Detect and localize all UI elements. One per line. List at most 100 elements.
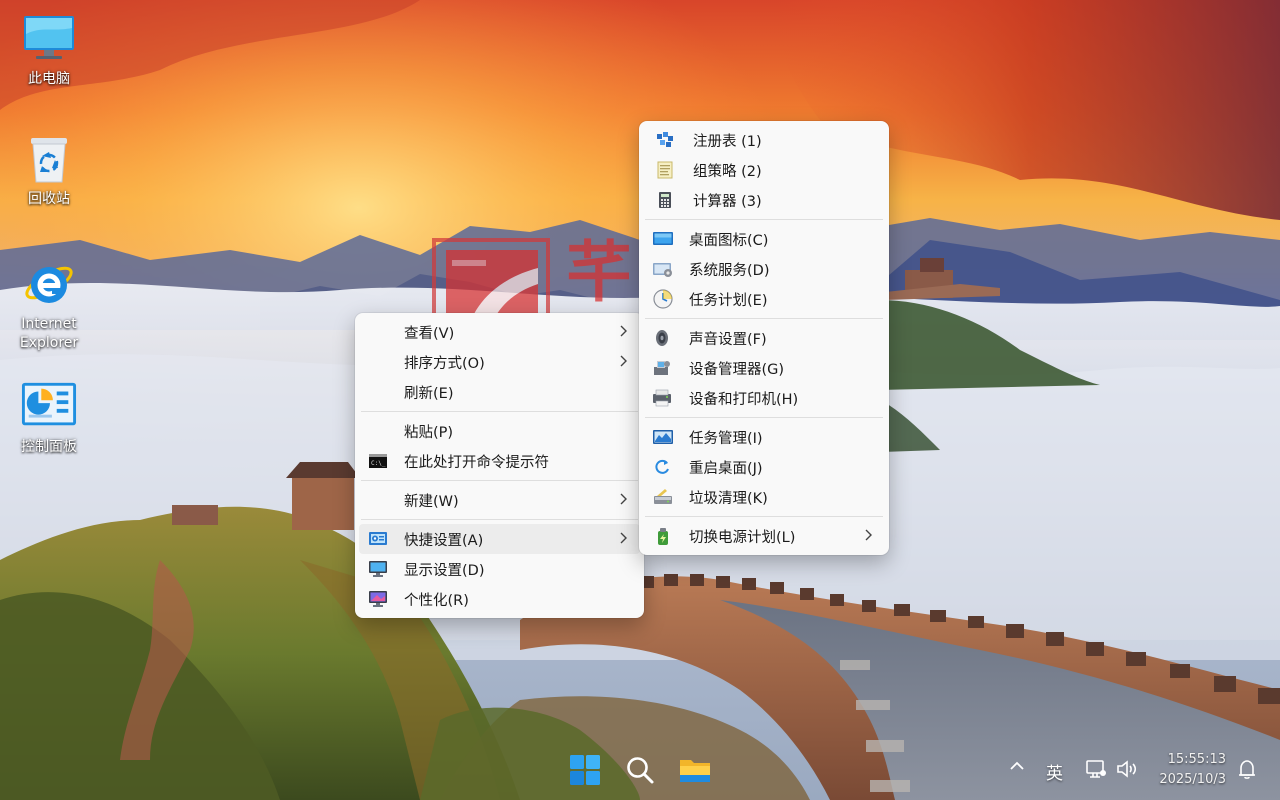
submenu-item-label: 系统服务(D) [689, 262, 770, 279]
network-icon [1086, 760, 1106, 778]
menu-separator [361, 480, 638, 481]
tray-show-hidden-button[interactable] [1009, 758, 1025, 778]
submenu-item-task-manager[interactable]: 任务管理(I) [643, 422, 885, 452]
submenu-item-label: 设备管理器(G) [689, 361, 785, 378]
menu-item-label: 查看(V) [404, 325, 455, 342]
desktop-icon-this-pc[interactable]: 此电脑 [4, 10, 94, 89]
restart-desktop-icon [655, 459, 669, 474]
file-explorer-button[interactable] [675, 750, 715, 790]
system-services-icon [653, 263, 672, 277]
submenu-item-disk-cleanup[interactable]: 垃圾清理(K) [643, 482, 885, 512]
menu-item-sort-by[interactable]: 排序方式(O) [359, 347, 640, 377]
file-explorer-icon [680, 760, 710, 782]
submenu-item-label: 任务管理(I) [689, 430, 763, 447]
submenu-item-group-policy[interactable]: 组策略 (2) [643, 155, 885, 185]
volume-icon [1117, 760, 1137, 778]
ime-indicator[interactable]: 英 [1046, 759, 1063, 784]
quick-settings-submenu: 注册表 (1) 组策略 (2) 计算器 (3) 桌面图标(C) 系统服务(D) … [639, 121, 889, 555]
task-scheduler-icon [653, 289, 673, 309]
desktop-icon-control-panel[interactable]: 控制面板 [4, 378, 94, 457]
submenu-item-sound-settings[interactable]: 声音设置(F) [643, 323, 885, 353]
menu-separator [361, 519, 638, 520]
menu-separator [645, 318, 883, 319]
device-manager-icon [654, 361, 670, 375]
desktop-icon-label: 控制面板 [21, 439, 77, 455]
submenu-item-device-manager[interactable]: 设备管理器(G) [643, 353, 885, 383]
submenu-item-label: 重启桌面(J) [689, 460, 763, 477]
menu-item-new[interactable]: 新建(W) [359, 485, 640, 515]
submenu-item-label: 计算器 (3) [693, 193, 762, 210]
search-button[interactable] [620, 750, 660, 790]
desktop-icons-icon [653, 232, 673, 245]
chevron-right-icon [865, 529, 872, 541]
submenu-item-label: 组策略 (2) [693, 163, 762, 180]
menu-item-display-settings[interactable]: 显示设置(D) [359, 554, 640, 584]
chevron-up-icon [1010, 761, 1024, 770]
chevron-right-icon [620, 532, 627, 544]
search-icon [627, 757, 654, 784]
chevron-right-icon [620, 355, 627, 367]
menu-item-label: 快捷设置(A) [404, 532, 484, 549]
submenu-item-calculator[interactable]: 计算器 (3) [643, 185, 885, 215]
task-manager-icon [653, 430, 673, 444]
desktop-icon-label: 回收站 [28, 191, 70, 207]
personalize-icon [369, 591, 387, 607]
menu-item-label: 刷新(E) [404, 385, 454, 402]
menu-item-label: 个性化(R) [404, 592, 469, 609]
submenu-item-power-plan[interactable]: 切换电源计划(L) [643, 521, 885, 551]
registry-icon [657, 132, 673, 147]
start-icon [570, 755, 600, 785]
notification-icon [1239, 760, 1255, 779]
start-button[interactable] [565, 750, 605, 790]
menu-item-label: 在此处打开命令提示符 [404, 454, 549, 471]
submenu-item-registry[interactable]: 注册表 (1) [643, 125, 885, 155]
chevron-right-icon [620, 325, 627, 337]
submenu-item-devices-and-printers[interactable]: 设备和打印机(H) [643, 383, 885, 413]
menu-separator [645, 417, 883, 418]
menu-separator [645, 516, 883, 517]
taskbar-clock[interactable]: 15:55:13 2025/10/3 [1146, 750, 1226, 790]
submenu-item-restart-desktop[interactable]: 重启桌面(J) [643, 452, 885, 482]
display-settings-icon [369, 561, 387, 577]
calculator-icon [659, 192, 671, 208]
network-button[interactable] [1085, 759, 1107, 783]
menu-separator [361, 411, 638, 412]
submenu-item-task-scheduler[interactable]: 任务计划(E) [643, 284, 885, 314]
submenu-item-label: 设备和打印机(H) [689, 391, 799, 408]
submenu-item-label: 桌面图标(C) [689, 232, 769, 249]
monitor-icon [21, 10, 77, 66]
svg-text:C:\_: C:\_ [371, 460, 386, 467]
menu-item-label: 新建(W) [404, 493, 459, 510]
quick-settings-icon [369, 532, 387, 545]
disk-cleanup-icon [654, 489, 672, 504]
menu-item-label: 排序方式(O) [404, 355, 485, 372]
chevron-right-icon [620, 493, 627, 505]
recycle-bin-icon [21, 130, 77, 186]
menu-item-label: 显示设置(D) [404, 562, 485, 579]
menu-item-open-command-prompt[interactable]: C:\_ 在此处打开命令提示符 [359, 446, 640, 476]
menu-item-refresh[interactable]: 刷新(E) [359, 377, 640, 407]
sound-settings-icon [656, 330, 668, 346]
submenu-item-desktop-icons[interactable]: 桌面图标(C) [643, 224, 885, 254]
volume-button[interactable] [1116, 759, 1140, 783]
desktop-icon-label: Internet Explorer [19, 316, 79, 351]
desktop-context-menu: 查看(V) 排序方式(O) 刷新(E) 粘贴(P) C:\_ 在此处打开命令提示… [355, 313, 644, 618]
command-prompt-icon: C:\_ [369, 454, 387, 468]
notification-button[interactable] [1236, 758, 1258, 784]
desktop-icon-internet-explorer[interactable]: Internet Explorer [4, 255, 94, 353]
menu-item-paste[interactable]: 粘贴(P) [359, 416, 640, 446]
submenu-item-label: 声音设置(F) [689, 331, 767, 348]
clock-date: 2025/10/3 [1159, 772, 1226, 787]
submenu-item-label: 切换电源计划(L) [689, 529, 796, 546]
menu-item-view[interactable]: 查看(V) [359, 317, 640, 347]
taskbar: 英 15:55:13 2025/10/3 [0, 740, 1280, 800]
desktop-icon-recycle-bin[interactable]: 回收站 [4, 130, 94, 209]
menu-item-quick-settings[interactable]: 快捷设置(A) [359, 524, 640, 554]
submenu-item-label: 注册表 (1) [693, 133, 762, 150]
group-policy-icon [657, 161, 673, 179]
submenu-item-system-services[interactable]: 系统服务(D) [643, 254, 885, 284]
submenu-item-label: 任务计划(E) [689, 292, 768, 309]
menu-item-personalize[interactable]: 个性化(R) [359, 584, 640, 614]
clock-time: 15:55:13 [1167, 752, 1226, 767]
desktop-icon-label: 此电脑 [28, 71, 70, 87]
